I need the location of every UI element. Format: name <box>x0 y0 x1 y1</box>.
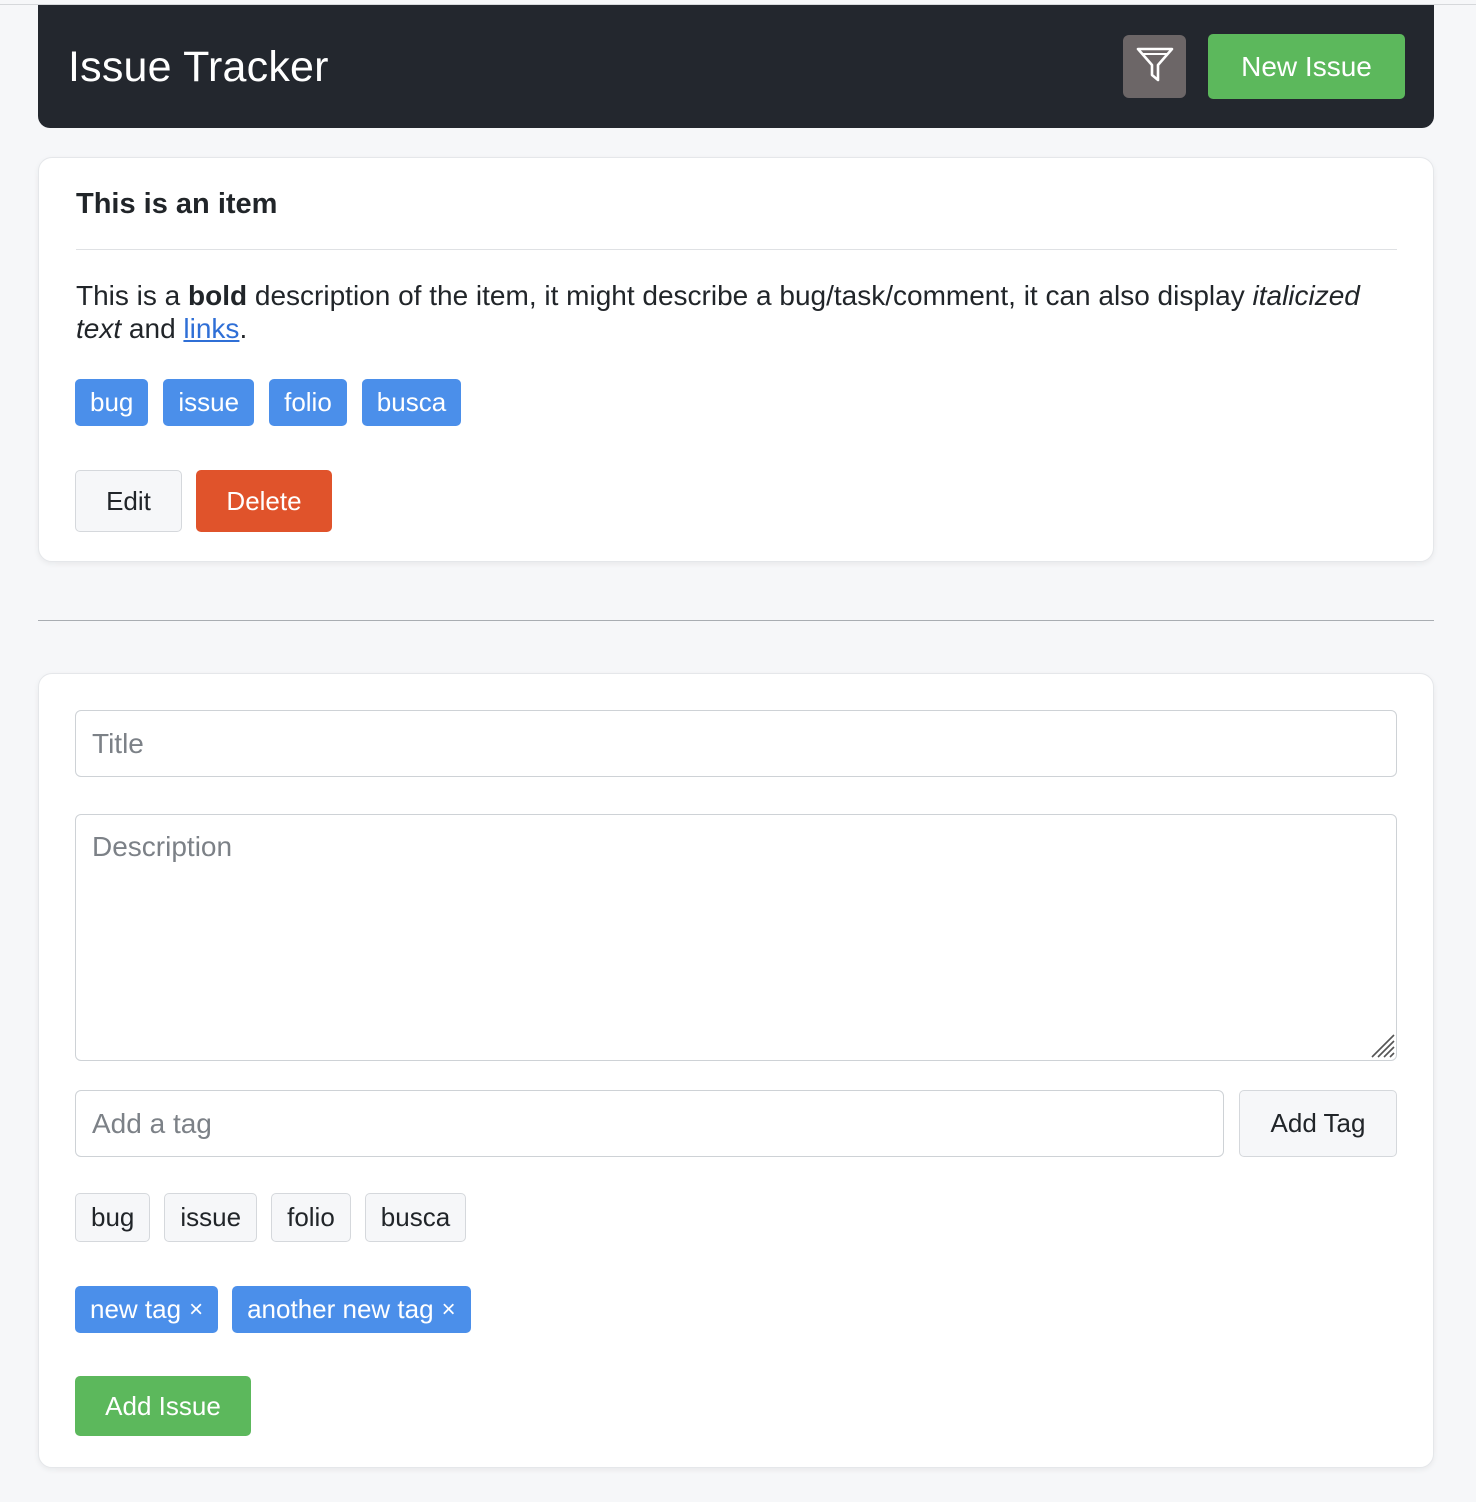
selected-tag-list: new tag × another new tag × <box>75 1286 471 1333</box>
issue-tag-list: bug issue folio busca <box>75 379 462 426</box>
suggested-tag[interactable]: bug <box>75 1193 151 1242</box>
add-issue-button[interactable]: Add Issue <box>75 1376 251 1436</box>
description-textarea[interactable] <box>75 814 1397 1061</box>
delete-button[interactable]: Delete <box>196 470 332 532</box>
description-bold-text: bold <box>188 280 248 311</box>
issue-tag[interactable]: bug <box>75 379 149 426</box>
remove-tag-icon[interactable]: × <box>442 1296 456 1324</box>
new-issue-form: Add Tag bug issue folio busca new tag × … <box>38 673 1434 1468</box>
description-text: description of the item, it might descri… <box>247 280 1253 311</box>
tag-input[interactable] <box>75 1090 1224 1157</box>
description-text: . <box>239 313 248 344</box>
app-header: Issue Tracker New Issue <box>38 5 1434 128</box>
edit-button[interactable]: Edit <box>75 470 182 532</box>
selected-tag: another new tag × <box>232 1286 471 1333</box>
add-tag-button[interactable]: Add Tag <box>1239 1090 1397 1157</box>
issue-tag[interactable]: busca <box>361 379 462 426</box>
suggested-tag[interactable]: issue <box>164 1193 258 1242</box>
app-title: Issue Tracker <box>68 43 329 91</box>
title-input[interactable] <box>75 710 1397 777</box>
issue-tag[interactable]: issue <box>163 379 255 426</box>
section-divider <box>38 620 1434 621</box>
suggested-tag[interactable]: busca <box>364 1193 467 1242</box>
filter-icon <box>1135 44 1175 89</box>
resize-handle-icon[interactable] <box>1369 1032 1395 1058</box>
description-link[interactable]: links <box>183 313 239 344</box>
issue-card: This is an item This is a bold descripti… <box>38 157 1434 562</box>
new-issue-button[interactable]: New Issue <box>1208 34 1405 99</box>
suggested-tag[interactable]: folio <box>271 1193 351 1242</box>
filter-button[interactable] <box>1123 35 1186 98</box>
issue-actions: Edit Delete <box>75 470 332 532</box>
selected-tag: new tag × <box>75 1286 219 1333</box>
issue-tag[interactable]: folio <box>269 379 347 426</box>
issue-title: This is an item <box>76 188 278 220</box>
description-text: This is a <box>76 280 189 311</box>
issue-title-divider <box>76 249 1397 250</box>
description-text: and <box>121 313 184 344</box>
selected-tag-label: new tag <box>90 1294 182 1324</box>
suggested-tag-list: bug issue folio busca <box>75 1193 467 1242</box>
selected-tag-label: another new tag <box>247 1294 434 1324</box>
issue-description: This is a bold description of the item, … <box>76 279 1396 345</box>
remove-tag-icon[interactable]: × <box>189 1296 203 1324</box>
